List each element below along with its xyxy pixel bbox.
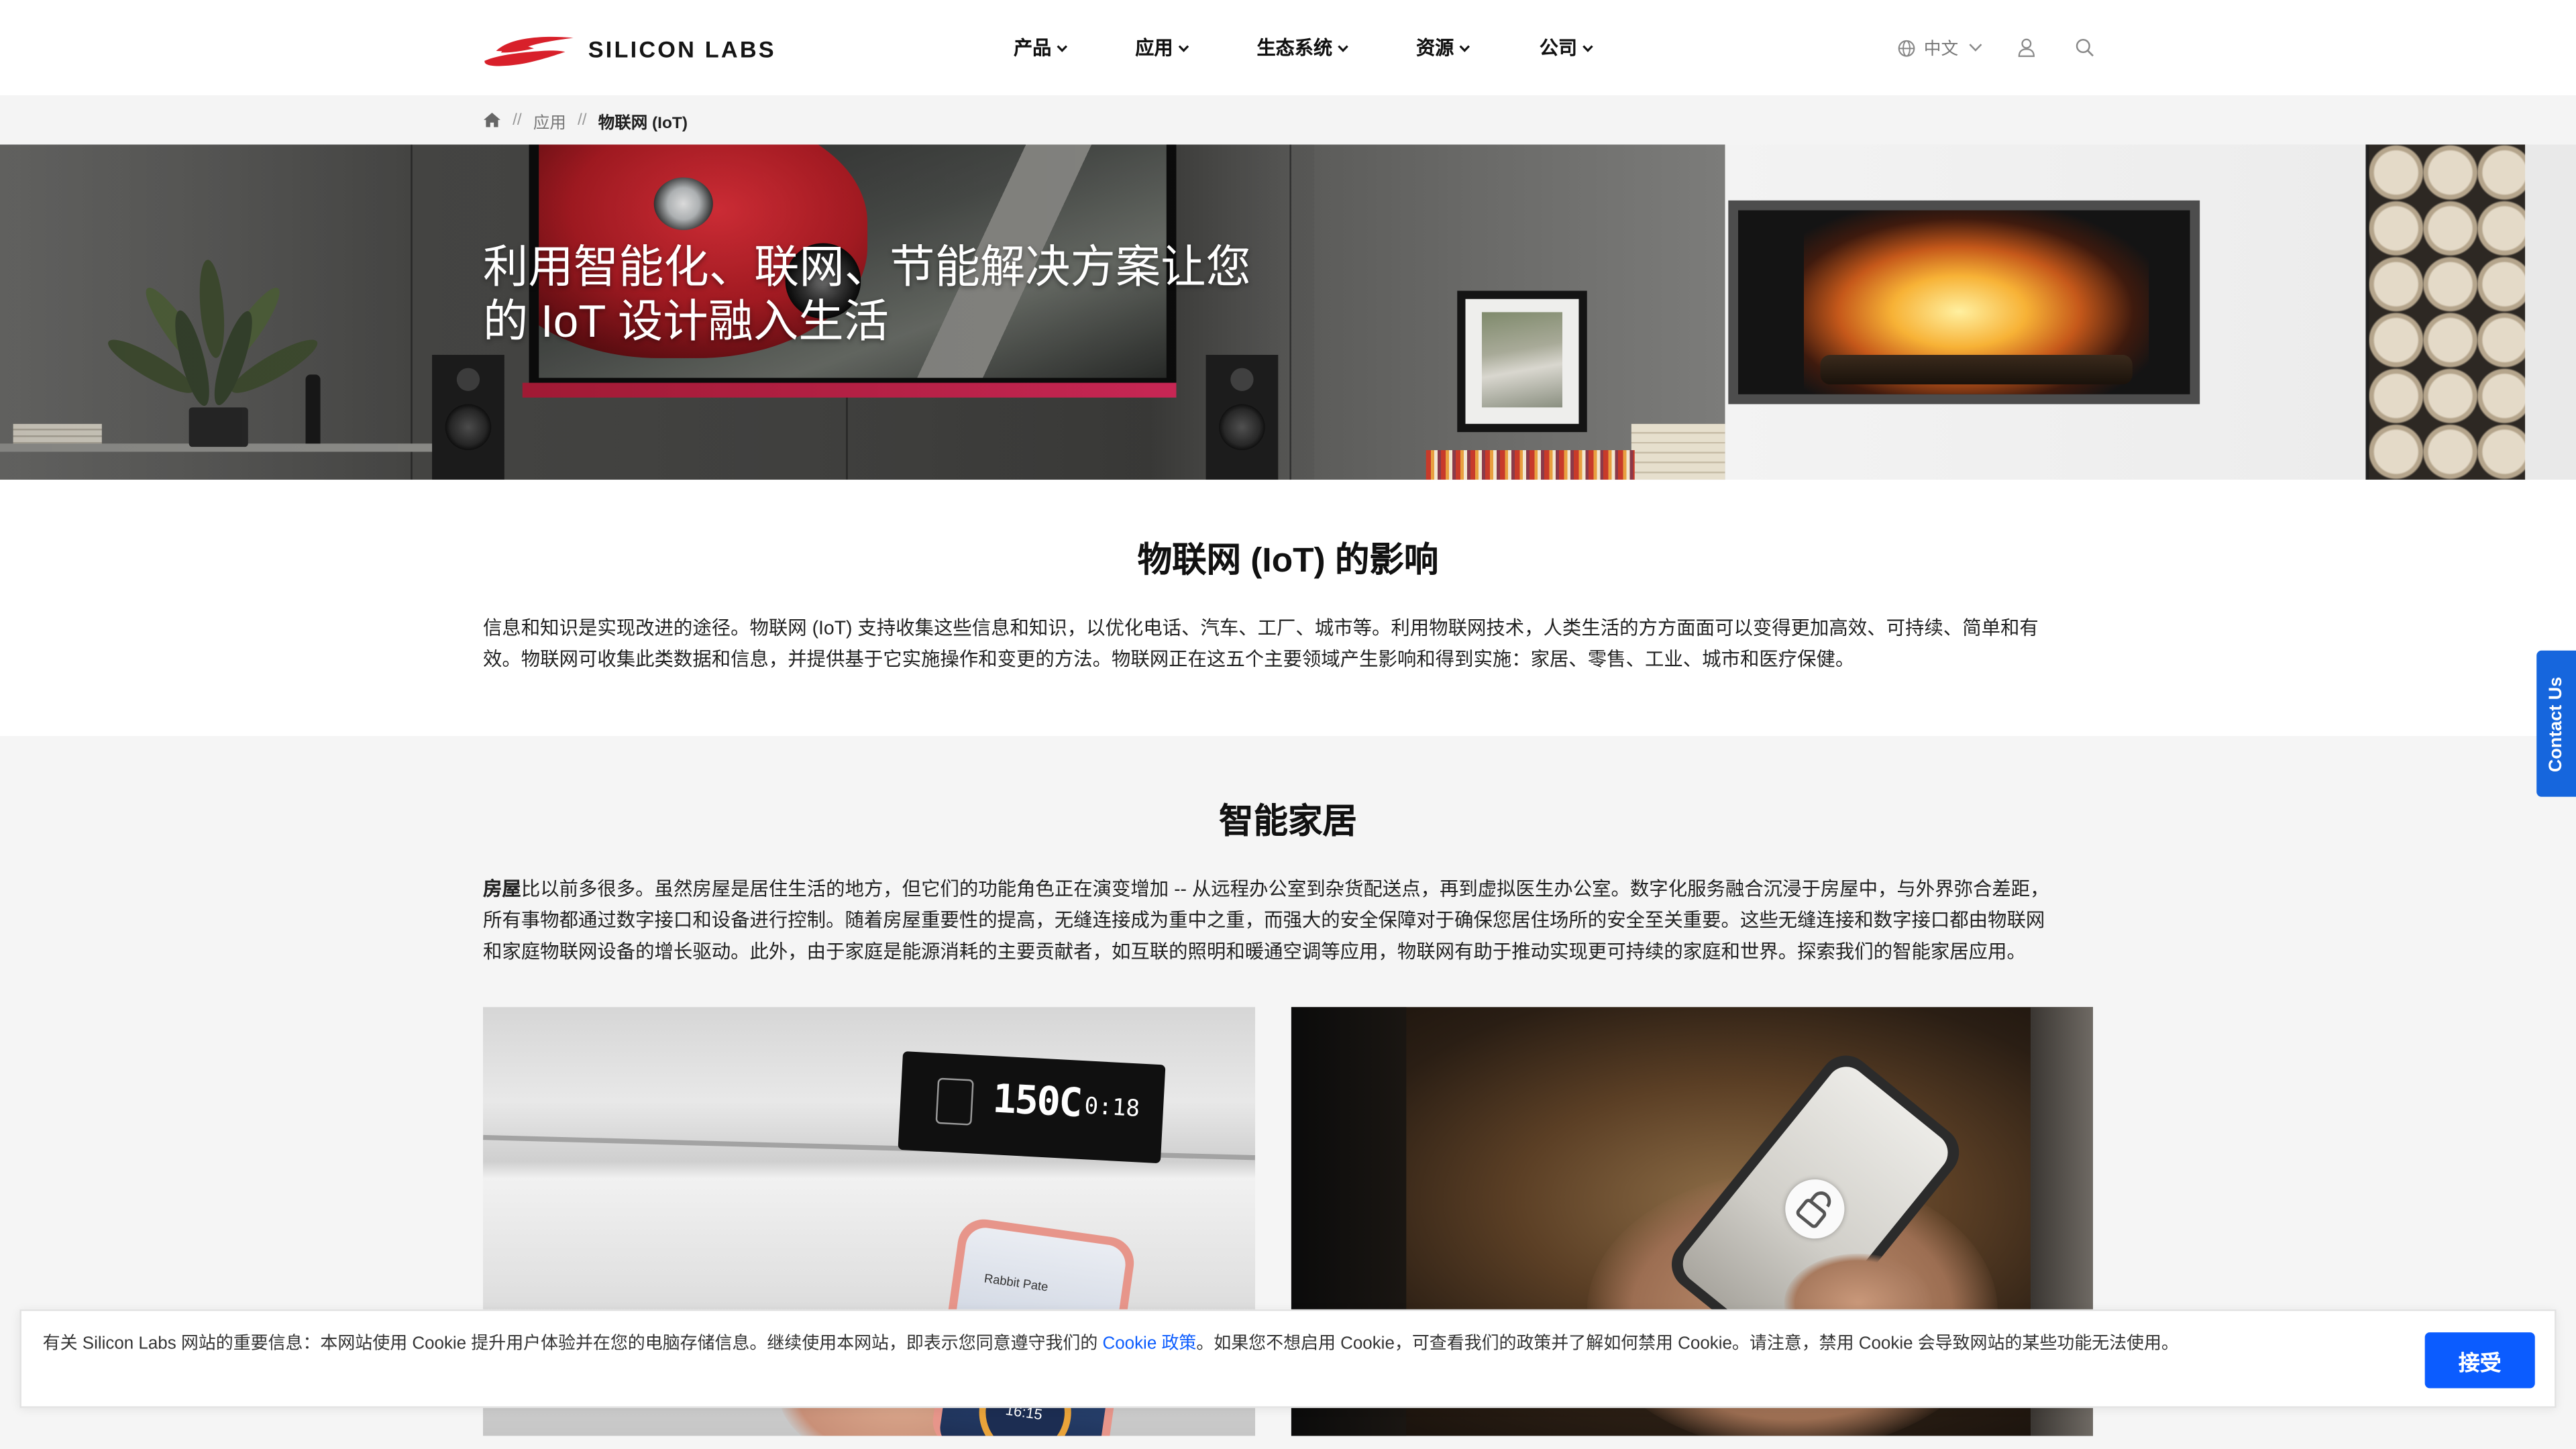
iot-impact-title: 物联网 (IoT) 的影响 xyxy=(1137,542,1439,580)
hero-title: 利用智能化、联网、节能解决方案让您的 IoT 设计融入生活 xyxy=(483,241,1251,347)
nav-item-label: 生态系统 xyxy=(1256,39,1333,60)
chevron-down-icon xyxy=(1057,44,1068,52)
cookie-text-after: 。如果您不想启用 Cookie，可查看我们的政策并了解如何禁用 Cookie。请… xyxy=(1196,1334,2179,1354)
cookie-notice-text: 有关 Silicon Labs 网站的重要信息：本网站使用 Cookie 提升用… xyxy=(43,1332,2376,1355)
chevron-down-icon xyxy=(1178,44,1189,52)
logo-text: SILICON LABS xyxy=(588,36,776,63)
breadcrumb-separator: // xyxy=(513,111,522,129)
oven-timer: 0:18 xyxy=(1083,1093,1140,1123)
nav-item-company[interactable]: 公司 xyxy=(1540,34,1594,60)
breadcrumb-separator: // xyxy=(577,111,587,129)
search-button[interactable] xyxy=(2075,34,2094,60)
smart-home-text: 比以前多很多。虽然房屋是居住生活的地方，但它们的功能角色正在演变增加 -- 从远… xyxy=(483,879,2049,963)
nav-item-products[interactable]: 产品 xyxy=(1014,34,1068,60)
smart-home-lead: 房屋 xyxy=(483,879,521,901)
chevron-down-icon xyxy=(1337,44,1348,52)
home-icon[interactable] xyxy=(483,112,501,128)
smart-home-body: 房屋比以前多很多。虽然房屋是居住生活的地方，但它们的功能角色正在演变增加 -- … xyxy=(483,874,2063,968)
breadcrumb-bar: // 应用 // 物联网 (IoT) xyxy=(0,95,2576,145)
oven-temperature: 150C xyxy=(991,1075,1083,1126)
language-label: 中文 xyxy=(1923,38,1959,58)
unlock-icon xyxy=(1773,1167,1857,1251)
user-icon xyxy=(2017,38,2035,57)
silicon-labs-swoosh-icon xyxy=(484,36,574,66)
hero-wall-right xyxy=(2525,144,2576,480)
iot-impact-body: 信息和知识是实现改进的途径。物联网 (IoT) 支持收集这些信息和知识，以优化电… xyxy=(483,617,2039,671)
hero-book-stack xyxy=(1631,423,1725,480)
nav-item-label: 资源 xyxy=(1416,39,1454,60)
hero-banner: 利用智能化、联网、节能解决方案让您的 IoT 设计融入生活 xyxy=(0,144,2576,480)
nav-item-label: 应用 xyxy=(1135,39,1173,60)
site-header: SILICON LABS 产品 应用 生态系统 资源 公司 中文 xyxy=(0,0,2576,96)
iot-impact-section: 物联网 (IoT) 的影响 信息和知识是实现改进的途径。物联网 (IoT) 支持… xyxy=(0,480,2576,737)
nav-item-label: 公司 xyxy=(1539,39,1578,60)
globe-icon xyxy=(1898,39,1916,57)
hero-fireplace xyxy=(1728,200,2200,405)
hero-firewood xyxy=(2365,144,2528,480)
accept-cookies-button[interactable]: 接受 xyxy=(2424,1332,2535,1389)
hero-picture-frame xyxy=(1457,290,1587,433)
breadcrumb: // 应用 // 物联网 (IoT) xyxy=(483,95,688,144)
search-icon xyxy=(2075,38,2094,57)
nav-item-applications[interactable]: 应用 xyxy=(1135,34,1189,60)
contact-us-tab[interactable]: Contact Us xyxy=(2536,650,2576,797)
cookie-banner: 有关 Silicon Labs 网站的重要信息：本网站使用 Cookie 提升用… xyxy=(19,1309,2557,1408)
breadcrumb-current: 物联网 (IoT) xyxy=(598,114,688,133)
chevron-down-icon xyxy=(1582,44,1593,52)
account-button[interactable] xyxy=(2017,34,2035,60)
language-selector[interactable]: 中文 xyxy=(1898,34,1983,60)
logo-link[interactable]: SILICON LABS xyxy=(483,30,776,69)
nav-item-resources[interactable]: 资源 xyxy=(1416,34,1470,60)
nav-item-label: 产品 xyxy=(1014,39,1052,60)
chevron-down-icon xyxy=(1968,43,1983,53)
phone-recipe-title: Rabbit Pate xyxy=(983,1271,1049,1295)
smart-home-title: 智能家居 xyxy=(1219,803,1357,841)
page: SILICON LABS 产品 应用 生态系统 资源 公司 中文 // 应用 /… xyxy=(0,0,2576,1449)
cookie-text-before: 有关 Silicon Labs 网站的重要信息：本网站使用 Cookie 提升用… xyxy=(42,1334,1103,1354)
oven-display: 150C 0:18 xyxy=(898,1051,1166,1164)
chevron-down-icon xyxy=(1459,44,1470,52)
cookie-policy-link[interactable]: Cookie 政策 xyxy=(1102,1334,1196,1354)
hero-magazine-stack xyxy=(1426,450,1635,480)
contact-us-label: Contact Us xyxy=(2546,676,2567,771)
breadcrumb-applications[interactable]: 应用 xyxy=(533,107,566,132)
oven-mode-icon xyxy=(935,1077,974,1126)
nav-item-ecosystem[interactable]: 生态系统 xyxy=(1256,34,1348,60)
